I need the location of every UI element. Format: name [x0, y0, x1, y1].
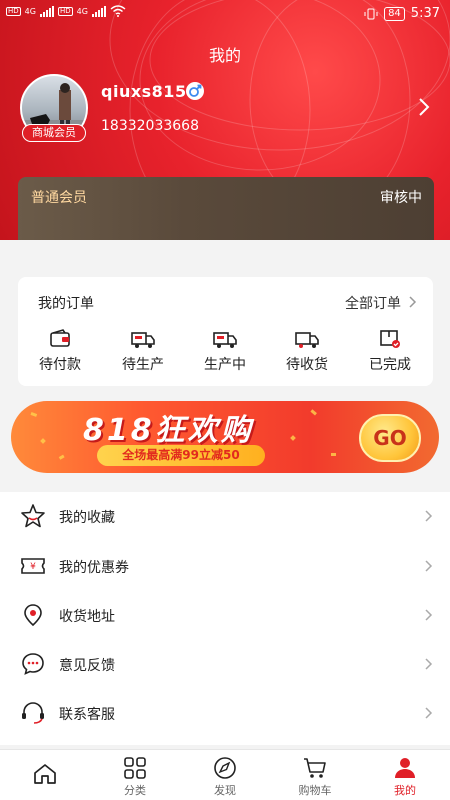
membership-card[interactable]: 普通会员 审核中	[18, 177, 434, 240]
box-check-icon	[380, 330, 400, 348]
menu-item-customer-service[interactable]: 联系客服	[0, 689, 450, 738]
order-pending-payment[interactable]: 待付款	[25, 328, 95, 374]
tab-label: 我的	[394, 784, 416, 797]
truck-icon	[295, 332, 319, 348]
tab-label: 发现	[214, 784, 236, 797]
membership-level: 普通会员	[31, 190, 87, 206]
signal-icon	[39, 5, 54, 17]
menu-label: 我的优惠券	[59, 560, 129, 576]
hd-badge: HD	[57, 6, 73, 16]
menu-item-favorites[interactable]: 我的收藏	[0, 492, 450, 541]
member-badge: 商城会员	[22, 124, 86, 142]
all-orders-link[interactable]: 全部订单	[345, 293, 401, 313]
order-label: 待付款	[39, 357, 81, 373]
bottom-tab-bar: 分类 发现 购物车 我的	[0, 749, 450, 800]
chevron-right-icon	[425, 560, 433, 572]
vibrate-icon	[364, 8, 378, 19]
order-label: 待生产	[122, 357, 164, 373]
svg-text:¥: ¥	[30, 562, 36, 572]
network-type: 4G	[24, 6, 36, 16]
username: qiuxs815	[101, 82, 187, 101]
star-icon	[21, 504, 45, 528]
order-label: 待收货	[286, 357, 328, 373]
tab-label: 分类	[124, 784, 146, 797]
chevron-right-icon[interactable]	[418, 97, 430, 117]
chevron-right-icon	[425, 658, 433, 670]
chevron-right-icon	[425, 510, 433, 522]
home-icon	[34, 764, 56, 784]
user-icon	[395, 758, 415, 778]
truck-icon	[213, 332, 237, 348]
banner-title: 818狂欢购	[83, 413, 254, 448]
compass-icon	[214, 757, 236, 779]
menu-label: 我的收藏	[59, 510, 115, 526]
tab-category[interactable]: 分类	[100, 756, 170, 798]
page-title: 我的	[208, 46, 241, 65]
cart-icon	[304, 758, 326, 778]
male-icon	[186, 82, 204, 100]
headset-icon	[22, 702, 44, 724]
banner-go-button[interactable]: GO	[359, 414, 421, 462]
orders-title: 我的订单	[38, 296, 94, 312]
promo-banner[interactable]: 818狂欢购 全场最高满99立减50 GO	[11, 401, 439, 473]
tab-cart[interactable]: 购物车	[280, 756, 350, 798]
menu-list: 我的收藏 ¥ 我的优惠券 收货地址 意见反馈 联系客服	[0, 492, 450, 745]
menu-item-feedback[interactable]: 意见反馈	[0, 640, 450, 689]
order-label: 已完成	[369, 357, 411, 373]
chevron-right-icon	[425, 707, 433, 719]
grid-icon	[124, 757, 146, 779]
menu-item-address[interactable]: 收货地址	[0, 591, 450, 640]
order-label: 生产中	[204, 357, 246, 373]
menu-label: 意见反馈	[59, 658, 115, 674]
menu-label: 收货地址	[59, 609, 115, 625]
network-type: 4G	[76, 6, 88, 16]
tab-label: 购物车	[298, 784, 332, 797]
signal-icon	[91, 5, 106, 17]
wallet-icon	[50, 329, 70, 347]
order-pending-receipt[interactable]: 待收货	[272, 328, 342, 374]
tab-mine[interactable]: 我的	[370, 756, 440, 798]
order-pending-production[interactable]: 待生产	[108, 328, 178, 374]
menu-item-coupons[interactable]: ¥ 我的优惠券	[0, 542, 450, 591]
coupon-icon: ¥	[21, 558, 45, 574]
truck-icon	[131, 332, 155, 348]
status-bar: HD 4G HD 4G 84 5:37	[0, 0, 450, 30]
battery-icon: 84	[384, 6, 405, 21]
phone-number: 18332033668	[101, 118, 199, 134]
location-icon	[24, 604, 42, 627]
banner-subtitle: 全场最高满99立减50	[97, 445, 265, 466]
menu-label: 联系客服	[59, 707, 115, 723]
clock: 5:37	[410, 6, 440, 21]
chat-icon	[22, 653, 44, 675]
tab-home[interactable]	[10, 762, 80, 788]
order-in-production[interactable]: 生产中	[190, 328, 260, 374]
membership-status: 审核中	[380, 190, 422, 206]
hd-badge: HD	[6, 6, 21, 16]
chevron-right-icon[interactable]	[409, 296, 417, 308]
tab-discover[interactable]: 发现	[190, 756, 260, 798]
wifi-icon	[110, 5, 126, 17]
orders-card: 我的订单 全部订单 待付款 待生产 生产中 待收货 已完成	[18, 277, 433, 386]
chevron-right-icon	[425, 609, 433, 621]
order-completed[interactable]: 已完成	[355, 328, 425, 374]
